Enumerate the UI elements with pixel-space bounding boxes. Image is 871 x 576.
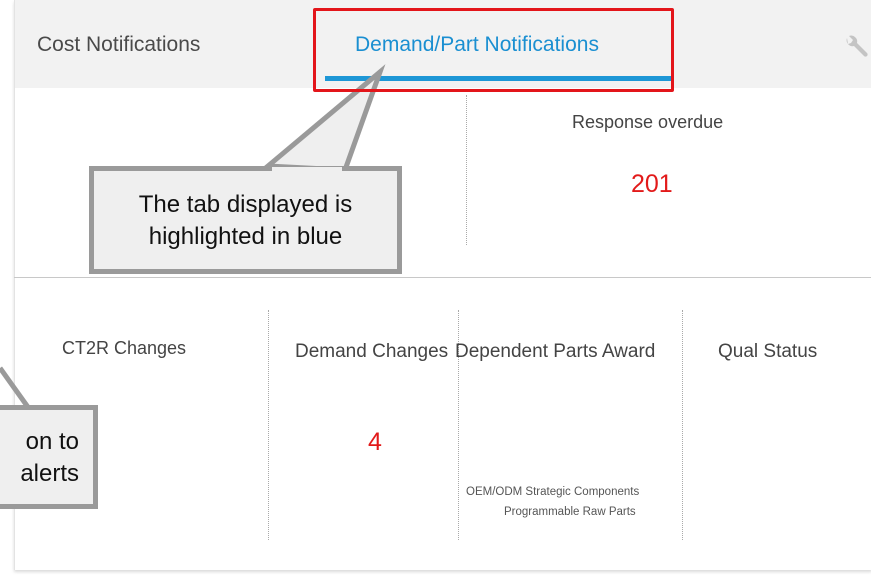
tab-callout-line1: The tab displayed is <box>138 191 353 218</box>
left-callout: on to alerts <box>0 405 98 509</box>
callout-joint <box>272 167 342 175</box>
tab-callout-line2: highlighted in blue <box>148 223 343 250</box>
left-callout-line2: alerts <box>20 460 79 487</box>
callout-pointers <box>0 64 386 412</box>
tab-highlight-callout: The tab displayed is highlighted in blue <box>89 166 402 274</box>
left-callout-line1: on to <box>25 428 79 455</box>
